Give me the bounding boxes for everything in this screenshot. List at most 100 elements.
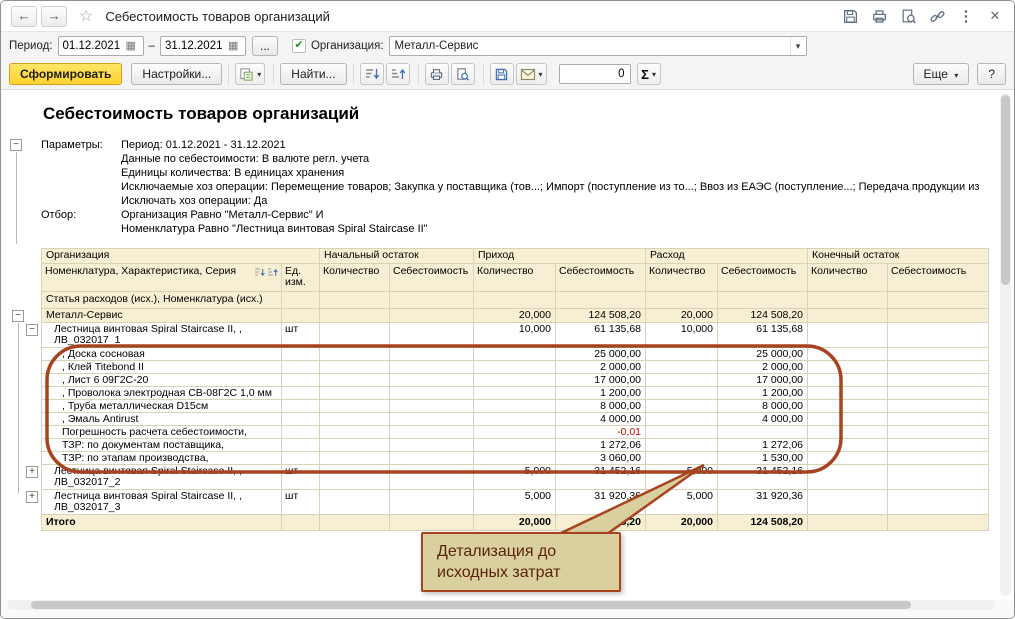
save-icon[interactable] (841, 7, 859, 25)
forward-button[interactable]: → (41, 6, 67, 27)
row-value (390, 361, 474, 374)
row-value: 1 200,00 (718, 387, 808, 400)
autosum-field[interactable] (559, 64, 631, 84)
table-row[interactable]: , Доска сосновая25 000,0025 000,00 (42, 348, 989, 361)
empty-header-cell (474, 292, 556, 309)
row-title: Лестница винтовая Spiral Staircase II, ,… (42, 323, 282, 348)
row-value (808, 465, 888, 490)
sort-ascending-icon[interactable] (254, 267, 265, 278)
collapse-groups-button[interactable] (386, 63, 410, 85)
print-icon[interactable] (870, 7, 888, 25)
expand-row-button[interactable]: + (26, 466, 38, 478)
table-row[interactable]: ТЗР: по этапам производства,3 060,001 53… (42, 452, 989, 465)
report-variants-button[interactable]: ▾ (235, 63, 265, 85)
vertical-scrollbar[interactable] (1000, 93, 1011, 596)
more-menu-icon[interactable]: ⋮ (957, 7, 975, 25)
sort-descending-icon[interactable] (267, 267, 278, 278)
row-value (320, 413, 390, 426)
table-row[interactable]: , Клей Titebond II2 000,002 000,00 (42, 361, 989, 374)
save-result-button[interactable] (490, 63, 514, 85)
close-icon[interactable]: ✕ (986, 7, 1004, 25)
bottom-bar (1, 600, 1014, 612)
forward-arrow-icon: → (48, 8, 61, 23)
col-organization[interactable]: Организация (42, 249, 320, 264)
period-from-field[interactable]: ▦ (58, 36, 144, 56)
collapse-row-button[interactable]: − (12, 310, 24, 322)
back-arrow-icon: ← (18, 8, 31, 23)
collapse-row-button[interactable]: − (26, 324, 38, 336)
col-expense-item[interactable]: Статья расходов (исх.), Номенклатура (ис… (42, 292, 282, 309)
row-value: 4 000,00 (556, 413, 646, 426)
titlebar: ← → ☆ Себестоимость товаров организаций … (1, 1, 1014, 31)
table-row[interactable]: +Лестница винтовая Spiral Staircase II, … (42, 490, 989, 515)
row-value (888, 361, 989, 374)
print-button[interactable] (425, 63, 449, 85)
table-group-header-row: Организация Начальный остаток Приход Рас… (42, 249, 989, 264)
col-nomenclature[interactable]: Номенклатура, Характеристика, Серия (42, 264, 282, 292)
col-income-cost[interactable]: Себестоимость (556, 264, 646, 292)
col-expense-qty[interactable]: Количество (646, 264, 718, 292)
period-from-input[interactable] (59, 40, 125, 52)
organization-combo[interactable]: Металл-Сервис ▾ (389, 36, 807, 56)
period-to-input[interactable] (161, 40, 227, 52)
col-closing-balance[interactable]: Конечный остаток (808, 249, 989, 264)
table-row[interactable]: ТЗР: по документам поставщика,1 272,061 … (42, 439, 989, 452)
col-opening-qty[interactable]: Количество (320, 264, 390, 292)
table-row[interactable]: , Проволока электродная СВ-08Г2С 1,0 мм 1… (42, 387, 989, 400)
chevron-down-icon[interactable]: ▾ (790, 37, 806, 55)
table-row[interactable]: −Металл-Сервис20,000124 508,2020,000124 … (42, 309, 989, 323)
settings-button[interactable]: Настройки... (131, 63, 222, 85)
horizontal-scrollbar[interactable] (7, 600, 996, 610)
link-icon[interactable] (928, 7, 946, 25)
chevron-down-icon: ▾ (539, 70, 543, 79)
table-row[interactable]: +Лестница винтовая Spiral Staircase II, … (42, 465, 989, 490)
col-income[interactable]: Приход (474, 249, 646, 264)
send-email-button[interactable]: ▾ (516, 63, 547, 85)
print-preview-icon[interactable] (899, 7, 917, 25)
more-actions-button[interactable]: Еще ▾ (913, 63, 970, 85)
favorite-star-icon[interactable]: ☆ (79, 6, 93, 26)
calendar-icon[interactable]: ▦ (126, 39, 136, 52)
table-row[interactable]: Погрешность расчета себестоимости,-0,01 (42, 426, 989, 439)
help-button[interactable]: ? (977, 63, 1006, 85)
find-button[interactable]: Найти... (280, 63, 346, 85)
generate-button[interactable]: Сформировать (9, 63, 122, 85)
row-value: 2 000,00 (556, 361, 646, 374)
row-title: ТЗР: по документам поставщика, (42, 439, 282, 452)
table-row[interactable]: Итого20,000124 508,2020,000124 508,20 (42, 515, 989, 531)
calendar-icon[interactable]: ▦ (228, 39, 238, 52)
period-to-field[interactable]: ▦ (160, 36, 246, 56)
collapse-header-button[interactable]: − (10, 139, 22, 151)
back-button[interactable]: ← (11, 6, 37, 27)
col-expense-cost[interactable]: Себестоимость (718, 264, 808, 292)
row-value (888, 426, 989, 439)
row-value (888, 323, 989, 348)
row-value (888, 452, 989, 465)
period-options-button[interactable]: ... (252, 36, 278, 56)
row-value (320, 400, 390, 413)
expand-groups-button[interactable] (360, 63, 384, 85)
expand-row-button[interactable]: + (26, 491, 38, 503)
preview-button[interactable] (451, 63, 475, 85)
col-opening-balance[interactable]: Начальный остаток (320, 249, 474, 264)
row-title: Погрешность расчета себестоимости, (42, 426, 282, 439)
table-row[interactable]: −Лестница винтовая Spiral Staircase II, … (42, 323, 989, 348)
table-row[interactable]: , Лист 6 09Г2С-2017 000,0017 000,00 (42, 374, 989, 387)
table-row[interactable]: , Труба металлическая D15см8 000,008 000… (42, 400, 989, 413)
autosum-button[interactable]: Σ ▾ (637, 63, 661, 85)
row-title: , Проволока электродная СВ-08Г2С 1,0 мм (42, 387, 282, 400)
table-row[interactable]: , Эмаль Antirust4 000,004 000,00 (42, 413, 989, 426)
sort-ascending-icon (390, 67, 406, 81)
col-unit[interactable]: Ед. изм. (282, 264, 320, 292)
row-title: Металл-Сервис (42, 309, 282, 323)
col-closing-cost[interactable]: Себестоимость (888, 264, 989, 292)
col-opening-cost[interactable]: Себестоимость (390, 264, 474, 292)
col-income-qty[interactable]: Количество (474, 264, 556, 292)
vertical-scrollbar-thumb[interactable] (1001, 95, 1010, 285)
col-expense[interactable]: Расход (646, 249, 808, 264)
col-closing-qty[interactable]: Количество (808, 264, 888, 292)
horizontal-scrollbar-thumb[interactable] (31, 601, 911, 609)
organization-checkbox[interactable]: ✔ (292, 39, 306, 53)
print-icon (429, 67, 444, 82)
row-value (390, 387, 474, 400)
